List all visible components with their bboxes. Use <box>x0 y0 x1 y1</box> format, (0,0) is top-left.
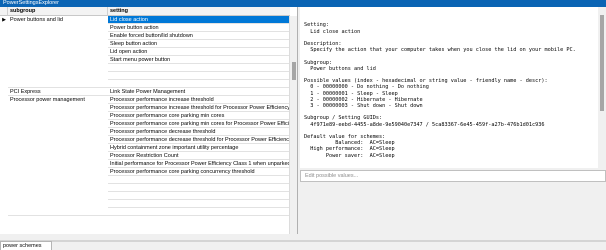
subgroup-column-header[interactable]: subgroup <box>8 7 108 16</box>
subgroup-cell[interactable]: PCI Express <box>8 88 108 96</box>
setting-row[interactable] <box>108 72 290 80</box>
setting-row[interactable] <box>108 176 290 184</box>
subgroup-cell[interactable]: Processor power management <box>8 96 108 216</box>
setting-details-text: Setting: Lid close action Description: S… <box>304 22 576 159</box>
panel-splitter[interactable] <box>0 240 606 242</box>
setting-row[interactable] <box>108 208 290 216</box>
subgroup-cell[interactable]: Power buttons and lid <box>8 16 108 88</box>
power-schemes-tab[interactable]: power schemes <box>0 241 52 250</box>
window-title-bar: PowerSettingsExplorer <box>0 0 606 7</box>
setting-row[interactable]: Processor performance core parking min c… <box>108 112 290 120</box>
setting-row[interactable]: Processor performance increase threshold… <box>108 104 290 112</box>
setting-row[interactable]: Processor performance core parking min c… <box>108 120 290 128</box>
grid-vertical-scrollbar[interactable] <box>289 16 297 234</box>
setting-row[interactable] <box>108 80 290 88</box>
grid-corner-header <box>0 7 8 16</box>
setting-row[interactable]: Enable forced button/lid shutdown <box>108 32 290 40</box>
current-row-marker-icon: ▶ <box>2 17 6 23</box>
setting-row[interactable]: Start menu power button <box>108 56 290 64</box>
setting-row[interactable]: Sleep button action <box>108 40 290 48</box>
setting-row[interactable] <box>108 200 290 208</box>
setting-row-selected[interactable]: Lid close action <box>108 16 290 24</box>
grid-vertical-scroll-thumb[interactable] <box>292 62 296 80</box>
setting-row[interactable]: Hybrid containment zone important utilit… <box>108 144 290 152</box>
setting-row[interactable]: Processor performance core parking concu… <box>108 168 290 176</box>
setting-row[interactable]: Power button action <box>108 24 290 32</box>
settings-grid[interactable]: subgroup setting Power buttons and lid PC… <box>0 7 298 234</box>
setting-column-header[interactable]: setting <box>108 7 290 16</box>
details-scrollbar[interactable] <box>598 7 606 168</box>
setting-row[interactable]: Link State Power Management <box>108 88 290 96</box>
setting-row[interactable]: Processor performance decrease threshold <box>108 128 290 136</box>
details-scroll-thumb[interactable] <box>600 15 604 111</box>
setting-row[interactable] <box>108 184 290 192</box>
setting-row[interactable]: Processor Restriction Count <box>108 152 290 160</box>
setting-row[interactable]: Processor performance increase threshold <box>108 96 290 104</box>
setting-row[interactable]: Processor performance decrease threshold… <box>108 136 290 144</box>
edit-possible-values-field[interactable]: Edit possible values... <box>300 170 606 182</box>
setting-details-panel: Setting: Lid close action Description: S… <box>300 7 606 168</box>
setting-row[interactable] <box>108 64 290 72</box>
setting-row[interactable] <box>108 192 290 200</box>
setting-row[interactable]: Initial performance for Processor Power … <box>108 160 290 168</box>
setting-row[interactable]: Lid open action <box>108 48 290 56</box>
